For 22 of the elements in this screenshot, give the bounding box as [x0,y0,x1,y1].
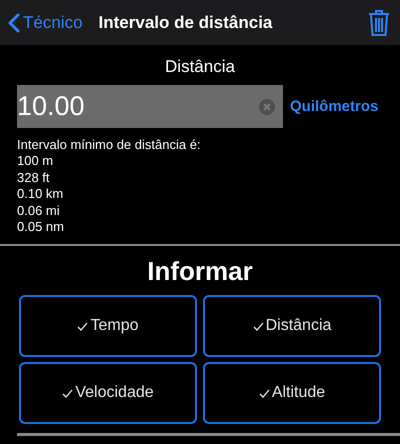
back-button[interactable]: Técnico [8,12,83,32]
distance-value: 100 m [17,153,54,170]
distance-value: 0.10 km [17,186,64,203]
report-toggle[interactable]: Velocidade [19,362,197,424]
report-toggle[interactable]: Tempo [19,295,197,358]
section-heading: Informar [146,256,254,288]
trash-icon[interactable] [368,8,390,36]
chevron-icon [8,12,20,32]
check-icon [62,388,74,398]
distance-value: 0.06 mi [17,202,61,220]
window-title: Intervalo de distância [98,12,274,32]
unit-button[interactable]: Quilômetros [290,98,378,115]
check-icon [252,322,264,331]
section-heading: Distância [164,57,236,77]
report-toggle[interactable]: Altitude [203,362,381,424]
check-icon [258,388,270,398]
check-icon [77,322,88,331]
info-text: Intervalo mínimo de distância é: [17,137,202,154]
distance-value: 0.05 nm [17,219,65,236]
distance-field[interactable]: 10.00 [17,85,283,128]
report-toggle[interactable]: Distância [203,295,381,358]
distance-value: 328 ft [17,170,51,186]
